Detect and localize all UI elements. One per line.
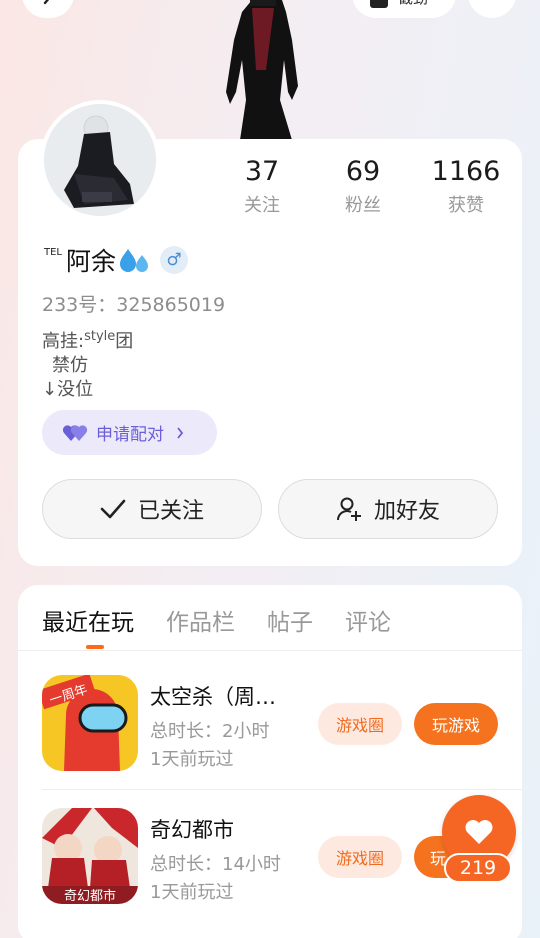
likes-label: 获赞: [448, 195, 484, 216]
name-prefix: TEL: [44, 246, 62, 258]
heart-icon: [465, 820, 493, 844]
tab-works[interactable]: 作品栏: [166, 603, 235, 637]
stat-following[interactable]: 37 关注: [212, 155, 312, 217]
check-icon: [100, 499, 126, 519]
game-last-played: 1天前玩过: [150, 749, 234, 770]
tab-bar: 最近在玩 作品栏 帖子 评论: [42, 603, 391, 637]
add-friend-button[interactable]: 加好友: [278, 479, 498, 539]
game-duration: 总时长：14小时: [150, 854, 281, 875]
top-pill-label: 截劲: [398, 0, 428, 8]
bio-line1-sup: style: [84, 329, 116, 344]
followed-button[interactable]: 已关注: [42, 479, 262, 539]
double-heart-icon: [62, 424, 88, 441]
bio-line3: ↓没位: [42, 379, 94, 400]
tab-posts[interactable]: 帖子: [267, 603, 313, 637]
bio: 高挂:style团 禁仿 ↓没位: [42, 325, 133, 402]
following-count: 37: [244, 156, 280, 187]
likes-count: 1166: [431, 156, 501, 187]
play-game-button[interactable]: 玩游戏: [414, 703, 498, 745]
username: 阿余: [66, 247, 117, 276]
chevron-left-icon: [43, 0, 50, 5]
bio-line1-post: 团: [115, 331, 134, 352]
tabs-divider: [18, 650, 522, 651]
character-figure: [226, 0, 298, 140]
active-tab-indicator: [86, 645, 104, 649]
stat-likes[interactable]: 1166 获赞: [416, 155, 516, 217]
sweat-drops-icon: [120, 249, 149, 272]
game-circle-button[interactable]: 游戏圈: [318, 703, 402, 745]
tab-recently-played[interactable]: 最近在玩: [42, 603, 134, 637]
chevron-right-icon: [177, 426, 184, 439]
pair-button-label: 申请配对: [96, 425, 164, 445]
more-button[interactable]: [468, 0, 516, 18]
fans-label: 粉丝: [345, 195, 381, 216]
game-icon: 一周年: [42, 675, 138, 771]
games-card: 最近在玩 作品栏 帖子 评论 一周年 太空杀（周… 总时长：2小时 1天前玩过 …: [18, 585, 522, 938]
game-name: 太空杀（周…: [150, 685, 276, 709]
tab-comments[interactable]: 评论: [345, 603, 391, 637]
avatar[interactable]: [40, 100, 160, 220]
request-pair-button[interactable]: 申请配对: [42, 410, 217, 455]
user-id: 233号：325865019: [42, 294, 226, 316]
row-divider: [42, 789, 522, 790]
game-icon: 奇幻都市: [42, 808, 138, 904]
game-duration: 总时长：2小时: [150, 721, 270, 742]
game-icon-caption: 奇幻都市: [64, 888, 116, 904]
male-gender-icon: ♂: [160, 246, 189, 274]
avatar-image: [44, 104, 156, 216]
camera-icon: [370, 0, 388, 8]
stat-fans[interactable]: 69 粉丝: [313, 155, 413, 217]
add-friend-label: 加好友: [373, 499, 440, 524]
game-name: 奇幻都市: [150, 818, 234, 842]
game-row[interactable]: 一周年 太空杀（周… 总时长：2小时 1天前玩过 游戏圈 玩游戏: [42, 675, 522, 773]
bio-line1-pre: 高挂:: [42, 331, 85, 352]
bio-line2: 禁仿: [52, 355, 88, 376]
following-label: 关注: [244, 195, 280, 216]
followed-label: 已关注: [137, 499, 204, 524]
like-count: 219: [444, 853, 512, 883]
add-user-icon: [336, 497, 361, 521]
top-action-pill[interactable]: 截劲: [352, 0, 456, 18]
back-button[interactable]: [22, 0, 74, 18]
name-row: TEL 阿余 ♂: [44, 242, 189, 278]
fans-count: 69: [345, 156, 381, 187]
game-circle-button[interactable]: 游戏圈: [318, 836, 402, 878]
game-last-played: 1天前玩过: [150, 882, 234, 903]
